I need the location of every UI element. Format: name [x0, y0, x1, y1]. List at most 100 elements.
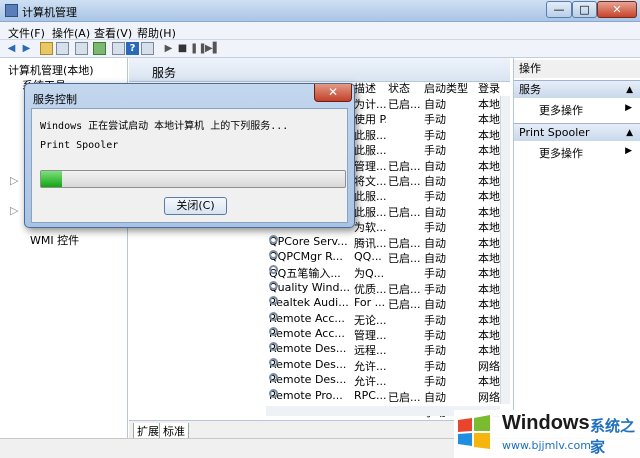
table-row[interactable]: Remote Des... 允许... 手动 网络 [129, 357, 500, 373]
table-row[interactable]: Realtek Audi... For ... 已启... 自动 本地 [129, 296, 500, 311]
service-name: QPCore Serv... [269, 234, 351, 248]
col-logon[interactable]: 登录 [478, 80, 500, 96]
table-row[interactable]: Remote Pro... RPC... 已启... 自动 网络 [129, 388, 500, 404]
service-desc: 此服... [354, 205, 386, 219]
forward-arrow-icon[interactable]: ▶ [20, 42, 33, 55]
service-name-text: Realtek Audi... [269, 296, 349, 310]
list-view-icon[interactable] [141, 42, 154, 55]
service-startup: 自动 [424, 252, 446, 265]
table-row[interactable]: QPCore Serv... 腾讯... 已启... 自动 本地 [129, 234, 500, 250]
service-logon: 本地 [478, 175, 500, 188]
menu-help[interactable]: 帮助(H) [137, 25, 176, 41]
console-tree-icon[interactable] [56, 42, 69, 55]
service-status: 已启... [388, 205, 421, 219]
service-name: QQ五笔输入... [269, 265, 351, 281]
table-row[interactable]: QQPCMgr R... QQ... 已启... 自动 本地 [129, 250, 500, 265]
service-desc: 无论... [354, 313, 386, 327]
table-row[interactable]: Remote Des... 允许... 手动 本地 [129, 373, 500, 388]
stop-icon[interactable]: ■ [176, 42, 189, 55]
service-desc: RPC... [354, 388, 386, 402]
collapse-icon[interactable]: ▲ [626, 81, 633, 99]
col-status[interactable]: 状态 [388, 80, 410, 96]
restart-icon[interactable]: ▶▌ [205, 42, 220, 55]
section-label: 服务 [519, 83, 541, 96]
dialog-title: 服务控制 [33, 93, 77, 106]
progress-fill [41, 171, 63, 187]
service-logon: 本地 [478, 144, 500, 158]
back-arrow-icon[interactable]: ◀ [5, 42, 18, 55]
service-desc: 为软... [354, 221, 386, 235]
table-row[interactable]: QQ五笔输入... 为Q... 手动 本地 [129, 265, 500, 281]
service-desc: QQ... [354, 250, 382, 263]
service-name-text: Remote Acc... [269, 311, 345, 325]
service-logon: 本地 [478, 282, 500, 296]
actions-section-print-spooler[interactable]: Print Spooler ▲ [514, 123, 640, 141]
table-row[interactable]: Quality Wind... 优质... 已启... 手动 本地 [129, 280, 500, 296]
service-name-text: Remote Acc... [269, 327, 345, 340]
service-startup: 手动 [424, 267, 446, 281]
windows-logo-icon [458, 415, 490, 449]
service-name: Remote Des... [269, 342, 351, 355]
vertical-scrollbar[interactable] [500, 96, 510, 404]
pause-icon[interactable]: ❚❚ [190, 42, 207, 55]
up-folder-icon[interactable] [40, 42, 53, 55]
col-desc[interactable]: 描述 [354, 80, 376, 96]
service-desc: 将文... [354, 175, 386, 188]
service-name-text: Remote Des... [269, 373, 347, 387]
service-name: QQPCMgr R... [269, 250, 351, 263]
service-name-text: QQPCMgr R... [269, 250, 343, 263]
actions-section-services[interactable]: 服务 ▲ [514, 80, 640, 98]
service-startup: 自动 [424, 236, 446, 250]
menu-view[interactable]: 查看(V) [94, 25, 132, 41]
section-label: Print Spooler [519, 126, 590, 139]
help-icon[interactable]: ? [126, 42, 139, 55]
service-gear-icon [269, 388, 278, 398]
service-startup: 自动 [424, 175, 446, 188]
service-name: Remote Acc... [269, 311, 351, 325]
service-name-text: Remote Des... [269, 342, 347, 356]
close-button[interactable]: ✕ [597, 1, 637, 18]
tree-root[interactable]: 计算机管理(本地) [8, 62, 94, 78]
service-logon: 本地 [478, 190, 500, 204]
col-startup[interactable]: 启动类型 [424, 80, 468, 96]
table-row[interactable]: Remote Acc... 管理... 手动 本地 [129, 327, 500, 342]
dialog-close-icon[interactable]: ✕ [314, 84, 352, 102]
service-name-text: Remote Pro... [269, 388, 343, 402]
play-icon[interactable]: ▶ [162, 42, 175, 55]
service-desc: 为Q... [354, 267, 385, 281]
tree-wmi[interactable]: WMI 控件 [30, 232, 79, 248]
dialog-close-button[interactable]: 关闭(C) [164, 197, 227, 215]
service-logon: 本地 [478, 236, 500, 250]
service-desc: 使用 P... [354, 113, 386, 127]
minimize-button[interactable]: — [546, 1, 572, 18]
table-row[interactable]: Remote Des... 远程... 手动 本地 [129, 342, 500, 357]
service-name: Realtek Audi... [269, 296, 351, 309]
service-logon: 本地 [478, 113, 500, 127]
dialog-service-name: Print Spooler [40, 140, 119, 151]
watermark-logo: Windows 系统之家 www.bjjmlv.com [454, 410, 640, 458]
service-startup: 手动 [424, 128, 446, 142]
service-logon: 本地 [478, 252, 500, 265]
window-titlebar: 计算机管理 — □ ✕ [0, 0, 640, 22]
view-tabs: 扩展 标准 [129, 420, 510, 440]
service-name: Quality Wind... [269, 280, 351, 294]
more-actions-link[interactable]: 更多操作 [539, 145, 583, 161]
table-row[interactable]: Remote Acc... 无论... 手动 本地 [129, 311, 500, 327]
service-startup: 手动 [424, 313, 446, 327]
tree-expander-icon[interactable]: ▷ [10, 174, 18, 187]
tree-expander-icon[interactable]: ▷ [10, 204, 18, 217]
collapse-icon[interactable]: ▲ [626, 124, 633, 142]
service-control-dialog: 服务控制 ✕ Windows 正在尝试启动 本地计算机 上的下列服务... Pr… [24, 83, 355, 228]
menu-file[interactable]: 文件(F) [8, 25, 45, 41]
refresh-icon[interactable] [112, 42, 125, 55]
service-status: 已启... [388, 390, 421, 404]
service-name-text: QPCore Serv... [269, 234, 348, 248]
service-name-text: Quality Wind... [269, 280, 350, 294]
maximize-button[interactable]: □ [572, 1, 597, 18]
actions-pane: 操作 服务 ▲ 更多操作 ▶ Print Spooler ▲ 更多操作 ▶ [513, 58, 640, 438]
export-icon[interactable] [93, 42, 106, 55]
more-actions-link[interactable]: 更多操作 [539, 102, 583, 118]
properties-icon[interactable] [75, 42, 88, 55]
menu-action[interactable]: 操作(A) [52, 25, 90, 41]
service-status: 已启... [388, 236, 421, 250]
